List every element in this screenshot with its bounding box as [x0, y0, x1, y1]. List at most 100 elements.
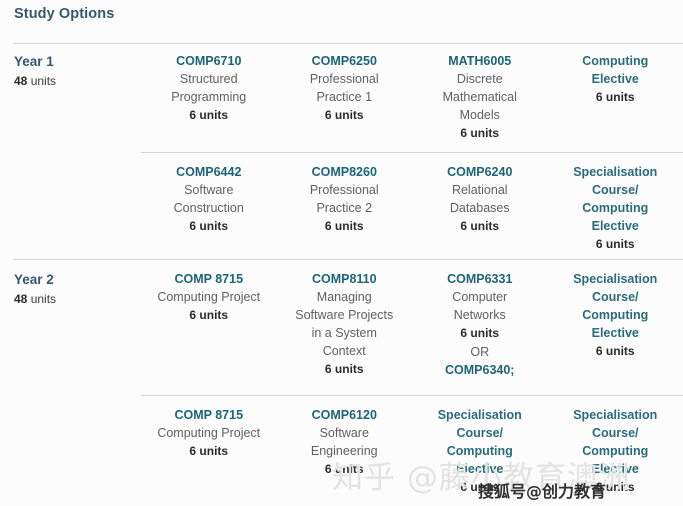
course-cell[interactable]: COMP 8715 Computing Project 6 units	[141, 270, 277, 325]
elective-line: Computing	[446, 444, 513, 458]
course-name-line: Practice 2	[316, 201, 373, 215]
course-code[interactable]: COMP 8715	[145, 406, 273, 424]
year-units: 48 units	[14, 289, 141, 309]
course-cell[interactable]: COMP8260 Professional Practice 2 6 units	[277, 163, 413, 236]
page-title: Study Options	[14, 6, 115, 22]
elective-line: Course/	[591, 426, 639, 440]
course-cell[interactable]: COMP6442 Software Construction 6 units	[141, 163, 277, 236]
table-row: COMP6442 Software Construction 6 units C…	[0, 163, 683, 254]
elective-line: Computing	[582, 308, 649, 322]
elective-line: Computing	[582, 444, 649, 458]
year-units: 48 units	[14, 71, 141, 91]
course-code[interactable]: COMP6240	[416, 163, 544, 181]
course-cell[interactable]: COMP6250 Professional Practice 1 6 units	[277, 52, 413, 125]
course-units: 6 units	[460, 326, 500, 340]
year-units-value: 48	[14, 292, 28, 306]
table-row: Year 2 48 units COMP 8715 Computing Proj…	[0, 270, 683, 379]
course-units: 6 units	[189, 444, 229, 458]
course-units: 6 units	[595, 480, 635, 494]
course-name-line: Practice 1	[316, 90, 373, 104]
elective-line: Elective	[456, 462, 504, 476]
course-name-line: Programming	[171, 90, 247, 104]
table-row: COMP 8715 Computing Project 6 units COMP…	[0, 406, 683, 497]
course-code[interactable]: COMP8260	[281, 163, 409, 181]
course-name-line: Discrete	[456, 72, 503, 86]
divider-year1-inner	[141, 152, 683, 153]
course-code[interactable]: COMP8110	[281, 270, 409, 288]
course-cell[interactable]: COMP6120 Software Engineering 6 units	[277, 406, 413, 479]
course-units: 6 units	[595, 344, 635, 358]
course-name-line: Computing Project	[157, 290, 261, 304]
elective-cell[interactable]: Specialisation Course/ Computing Electiv…	[412, 406, 548, 497]
year-cell: Year 2 48 units	[0, 270, 141, 309]
elective-line: Specialisation	[437, 408, 522, 422]
course-units: 6 units	[324, 462, 364, 476]
course-name-line: Structured	[179, 72, 238, 86]
course-units: 6 units	[460, 126, 500, 140]
elective-line: Elective	[591, 462, 639, 476]
course-units: 6 units	[324, 362, 364, 376]
divider-top	[14, 43, 683, 44]
elective-line: Specialisation	[573, 165, 658, 179]
course-alt-code[interactable]: COMP6340;	[416, 361, 544, 379]
course-cell[interactable]: COMP6331 Computer Networks 6 units OR CO…	[412, 270, 548, 379]
year-cell: Year 1 48 units	[0, 52, 141, 91]
course-units: 6 units	[595, 90, 635, 104]
course-name-line: Software Projects	[295, 308, 394, 322]
course-cell[interactable]: COMP6710 Structured Programming 6 units	[141, 52, 277, 125]
course-code[interactable]: COMP 8715	[145, 270, 273, 288]
course-cell[interactable]: COMP8110 Managing Software Projects in a…	[277, 270, 413, 379]
course-name-line: Context	[322, 344, 366, 358]
year-label: Year 1	[14, 54, 54, 69]
course-name-line: Software	[319, 426, 369, 440]
elective-cell[interactable]: Specialisation Course/ Computing Electiv…	[548, 270, 683, 361]
elective-cell[interactable]: Specialisation Course/ Computing Electiv…	[548, 163, 683, 254]
course-units: 6 units	[189, 108, 229, 122]
course-code[interactable]: COMP6442	[145, 163, 273, 181]
elective-line: Computing	[582, 54, 649, 68]
course-name-line: Computer	[452, 290, 508, 304]
course-name-line: in a System	[311, 326, 377, 340]
course-units: 6 units	[324, 219, 364, 233]
elective-line: Specialisation	[573, 408, 658, 422]
elective-line: Specialisation	[573, 272, 658, 286]
year-units-word: units	[30, 74, 57, 88]
divider-year2-top	[14, 259, 683, 260]
course-units: 6 units	[460, 480, 500, 494]
course-cell[interactable]: MATH6005 Discrete Mathematical Models 6 …	[412, 52, 548, 143]
course-or-separator: OR	[470, 345, 490, 359]
course-code[interactable]: COMP6120	[281, 406, 409, 424]
course-cell[interactable]: COMP 8715 Computing Project 6 units	[141, 406, 277, 461]
course-name-line: Mathematical	[442, 90, 517, 104]
course-name-line: Relational	[451, 183, 508, 197]
divider-year2-inner	[141, 395, 683, 396]
course-units: 6 units	[189, 219, 229, 233]
course-name-line: Professional	[309, 72, 379, 86]
course-code[interactable]: COMP6710	[145, 52, 273, 70]
course-cell[interactable]: COMP6240 Relational Databases 6 units	[412, 163, 548, 236]
elective-line: Course/	[591, 183, 639, 197]
year-label: Year 2	[14, 272, 54, 287]
course-code[interactable]: COMP6331	[416, 270, 544, 288]
course-code[interactable]: MATH6005	[416, 52, 544, 70]
course-name-line: Professional	[309, 183, 379, 197]
course-code[interactable]: COMP6250	[281, 52, 409, 70]
course-name-line: Computing Project	[157, 426, 261, 440]
table-row: Year 1 48 units COMP6710 Structured Prog…	[0, 52, 683, 143]
elective-line: Computing	[582, 201, 649, 215]
year-units-word: units	[30, 292, 57, 306]
course-name-line: Models	[459, 108, 500, 122]
elective-line: Elective	[591, 72, 639, 86]
study-options-page: Study Options Year 1 48 units COMP6710 S…	[0, 0, 683, 506]
elective-cell[interactable]: Specialisation Course/ Computing Electiv…	[548, 406, 683, 497]
elective-line: Elective	[591, 326, 639, 340]
course-name-line: Managing	[316, 290, 372, 304]
course-name-line: Construction	[173, 201, 244, 215]
course-name-line: Software	[184, 183, 234, 197]
elective-cell[interactable]: Computing Elective 6 units	[548, 52, 683, 107]
course-name-line: Databases	[449, 201, 510, 215]
course-units: 6 units	[324, 108, 364, 122]
elective-line: Elective	[591, 219, 639, 233]
course-units: 6 units	[189, 308, 229, 322]
course-units: 6 units	[595, 237, 635, 251]
